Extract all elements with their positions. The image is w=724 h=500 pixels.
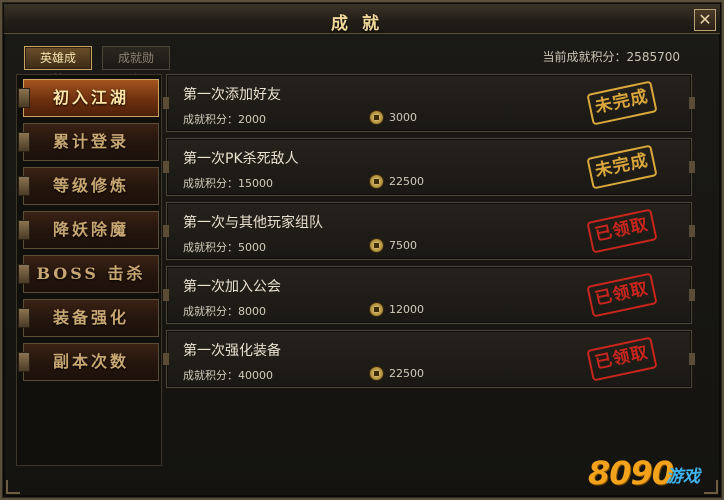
achievement-reward: 22500 — [389, 367, 424, 380]
sidebar-item-beginner[interactable]: 初入江湖 — [18, 79, 159, 117]
achievement-score-line: 成就积分：15000 — [183, 175, 273, 191]
card-knob — [163, 289, 169, 301]
sidebar-item-dungeon[interactable]: 副本次数 — [18, 343, 159, 381]
window-title: 成就 — [331, 14, 393, 34]
status-stamp: 已领取 — [586, 208, 658, 254]
category-sidebar: 初入江湖 累计登录 等级修炼 降妖除魔 BOSS 击杀 装备强化 副本次数 — [16, 74, 162, 466]
status-stamp: 已领取 — [586, 272, 658, 318]
coin-icon — [369, 110, 384, 125]
sidebar-item-label: 副本次数 — [52, 352, 129, 371]
achievement-reward: 3000 — [389, 111, 417, 124]
achievement-score-label: 成就积分： — [183, 305, 238, 318]
achievement-reward: 7500 — [389, 239, 417, 252]
close-button[interactable]: ✕ — [694, 9, 716, 31]
sidebar-item-label: BOSS 击杀 — [36, 264, 146, 283]
achievement-reward: 12000 — [389, 303, 424, 316]
card-knob — [689, 353, 695, 365]
watermark-brand: 8090 — [588, 454, 674, 492]
frame-corner — [6, 480, 20, 494]
status-stamp: 已领取 — [586, 336, 658, 382]
achievement-window: 成就 ✕ 英雄成就 成就勋章 当前成就积分：2585700 初入江湖 累计登录 … — [0, 0, 724, 500]
achievement-score-line: 成就积分：8000 — [183, 303, 266, 319]
tab-knob — [18, 132, 30, 152]
score-label: 当前成就积分： — [542, 50, 627, 64]
sidebar-item-demon[interactable]: 降妖除魔 — [18, 211, 159, 249]
achievement-list: 第一次添加好友 成就积分：2000 3000 未完成 第一次PK杀死敌人 成就积… — [163, 74, 695, 466]
achievement-card: 第一次添加好友 成就积分：2000 3000 未完成 — [163, 74, 695, 132]
title-bar: 成就 ✕ — [4, 4, 720, 34]
sidebar-item-label: 装备强化 — [52, 308, 129, 327]
card-knob — [163, 353, 169, 365]
card-knob — [163, 97, 169, 109]
achievement-score-value: 8000 — [238, 305, 266, 318]
close-icon: ✕ — [698, 10, 712, 29]
achievement-title: 第一次添加好友 — [183, 87, 281, 103]
status-stamp: 未完成 — [586, 144, 658, 190]
achievement-title: 第一次PK杀死敌人 — [183, 151, 299, 167]
coin-icon — [369, 366, 384, 381]
achievement-score-value: 40000 — [238, 369, 273, 382]
achievement-reward: 22500 — [389, 175, 424, 188]
card-knob — [689, 161, 695, 173]
achievement-card: 第一次强化装备 成就积分：40000 22500 已领取 — [163, 330, 695, 388]
achievement-score-label: 成就积分： — [183, 241, 238, 254]
achievement-title: 第一次强化装备 — [183, 343, 281, 359]
sidebar-item-boss[interactable]: BOSS 击杀 — [18, 255, 159, 293]
achievement-score-value: 15000 — [238, 177, 273, 190]
tab-hero-achievements[interactable]: 英雄成就 — [24, 46, 92, 87]
coin-icon — [369, 174, 384, 189]
status-stamp: 未完成 — [586, 80, 658, 126]
achievement-score-line: 成就积分：40000 — [183, 367, 273, 383]
card-knob — [689, 289, 695, 301]
watermark-suffix: 游戏 — [666, 467, 700, 487]
sidebar-item-level[interactable]: 等级修炼 — [18, 167, 159, 205]
coin-icon — [369, 238, 384, 253]
tab-knob — [18, 308, 30, 328]
tab-knob — [18, 176, 30, 196]
card-knob — [163, 225, 169, 237]
achievement-score-value: 2000 — [238, 113, 266, 126]
sidebar-item-label: 降妖除魔 — [52, 220, 129, 239]
sidebar-item-label: 累计登录 — [52, 132, 129, 151]
tab-knob — [18, 352, 30, 372]
achievement-card: 第一次与其他玩家组队 成就积分：5000 7500 已领取 — [163, 202, 695, 260]
card-knob — [689, 225, 695, 237]
achievement-score-line: 成就积分：2000 — [183, 111, 266, 127]
tab-knob — [18, 88, 30, 108]
site-watermark-logo: 8090 游戏 — [588, 454, 714, 494]
tab-knob — [18, 264, 30, 284]
achievement-title: 第一次加入公会 — [183, 279, 281, 295]
achievement-score-label: 成就积分： — [183, 177, 238, 190]
score-value: 2585700 — [626, 50, 680, 64]
achievement-score-value: 5000 — [238, 241, 266, 254]
achievement-score-label: 成就积分： — [183, 369, 238, 382]
achievement-card: 第一次加入公会 成就积分：8000 12000 已领取 — [163, 266, 695, 324]
achievement-score: 当前成就积分：2585700 — [543, 48, 680, 65]
tab-achievement-medals[interactable]: 成就勋章 — [102, 46, 170, 87]
sidebar-item-label: 等级修炼 — [52, 176, 129, 195]
card-knob — [163, 161, 169, 173]
sidebar-item-label: 初入江湖 — [52, 88, 129, 107]
tab-knob — [18, 220, 30, 240]
card-knob — [689, 97, 695, 109]
achievement-score-label: 成就积分： — [183, 113, 238, 126]
sidebar-item-equip[interactable]: 装备强化 — [18, 299, 159, 337]
sidebar-item-login[interactable]: 累计登录 — [18, 123, 159, 161]
achievement-title: 第一次与其他玩家组队 — [183, 215, 323, 231]
achievement-card: 第一次PK杀死敌人 成就积分：15000 22500 未完成 — [163, 138, 695, 196]
coin-icon — [369, 302, 384, 317]
achievement-score-line: 成就积分：5000 — [183, 239, 266, 255]
